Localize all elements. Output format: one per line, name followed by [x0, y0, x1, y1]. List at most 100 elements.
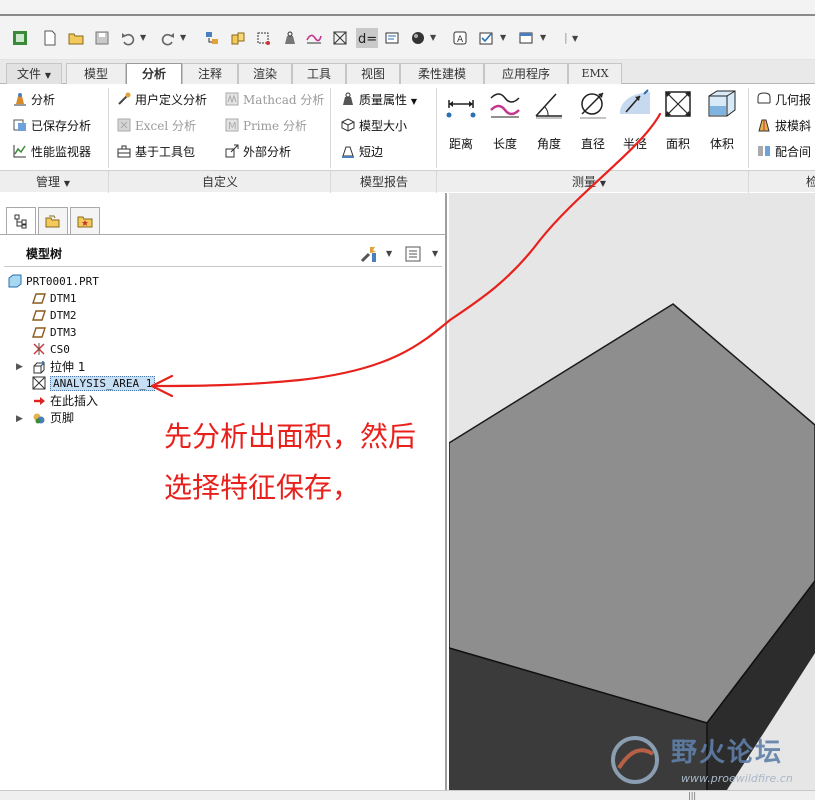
- part-icon: [8, 274, 22, 288]
- measure-length-button[interactable]: 长度: [484, 88, 526, 152]
- tab-annotate[interactable]: 注释: [182, 63, 238, 84]
- footer-expand-icon[interactable]: ▶: [16, 414, 23, 424]
- group-measure[interactable]: 测量 ▼: [572, 173, 606, 190]
- tab-model-tree[interactable]: [6, 207, 36, 235]
- footer-icon: [33, 413, 45, 424]
- tree-settings-dropdown-icon[interactable]: ▼: [386, 249, 392, 258]
- folder-browser-icon: [45, 215, 60, 228]
- datum-plane-icon: [32, 310, 46, 321]
- tree-node-extrude[interactable]: 拉伸 1: [32, 358, 85, 376]
- geometry-report-button[interactable]: 几何报: [756, 90, 811, 110]
- undo-dropdown-icon[interactable]: ▼: [140, 33, 146, 42]
- user-defined-analysis-button[interactable]: 用户定义分析: [116, 90, 207, 110]
- tab-emx[interactable]: EMX: [568, 63, 622, 84]
- tree-show-icon[interactable]: [404, 245, 422, 266]
- relations-icon[interactable]: d=: [356, 28, 378, 48]
- model-size-button[interactable]: 模型大小: [340, 116, 407, 136]
- measure-radius-button[interactable]: 半径: [614, 88, 656, 152]
- curvature-icon[interactable]: [306, 30, 322, 46]
- filter-dropdown-icon[interactable]: ▼: [500, 33, 506, 42]
- mass-icon[interactable]: [282, 30, 298, 46]
- external-analysis-icon: [225, 144, 239, 158]
- open-folder-icon[interactable]: [68, 30, 84, 46]
- select-filter-icon[interactable]: [478, 30, 494, 46]
- customize-toolbar-icon[interactable]: ▼: [572, 34, 578, 43]
- group-manage[interactable]: 管理 ▼: [36, 173, 70, 190]
- analysis-button[interactable]: 分析: [12, 90, 55, 110]
- measure-angle-button[interactable]: 角度: [528, 88, 570, 152]
- tree-node-root[interactable]: PRT0001.PRT: [8, 273, 99, 291]
- extrude-expand-icon[interactable]: ▶: [16, 362, 23, 372]
- tree-node-csys[interactable]: CS0: [32, 341, 70, 359]
- tree-node-dtm3[interactable]: DTM3: [32, 324, 77, 342]
- tab-file[interactable]: 文件 ▼: [6, 63, 62, 84]
- mating-clearance-label: 配合间: [775, 145, 812, 159]
- save-icon[interactable]: [94, 30, 110, 46]
- appearance-icon[interactable]: [410, 30, 426, 46]
- watermark-url: www.proewildfire.cn: [681, 772, 793, 785]
- tab-applications[interactable]: 应用程序: [484, 63, 568, 84]
- parameters-icon[interactable]: [384, 30, 400, 46]
- short-edge-button[interactable]: 短边: [340, 142, 383, 162]
- mathcad-analysis-label: Mathcad 分析: [243, 93, 325, 107]
- short-edge-icon: [342, 146, 354, 158]
- appearance-dropdown-icon[interactable]: ▼: [430, 33, 436, 42]
- external-analysis-button[interactable]: 外部分析: [224, 142, 291, 162]
- window-top-border: [0, 14, 815, 16]
- toolkit-analysis-button[interactable]: 基于工具包: [116, 142, 195, 162]
- tab-render[interactable]: 渲染: [238, 63, 292, 84]
- tab-folder-browser[interactable]: [38, 207, 68, 235]
- mass-properties-button[interactable]: 质量属性 ▼: [340, 90, 417, 110]
- tab-annotate-label: 注释: [197, 67, 222, 81]
- prime-analysis-button[interactable]: M Prime 分析: [224, 116, 307, 136]
- datum-display-icon[interactable]: [256, 30, 272, 46]
- tab-analysis[interactable]: 分析: [126, 63, 182, 85]
- undo-icon[interactable]: [120, 30, 136, 46]
- tab-flexible-modeling[interactable]: 柔性建模: [400, 63, 484, 84]
- saved-analysis-button[interactable]: 已保存分析: [12, 116, 91, 136]
- prime-analysis-label: Prime 分析: [243, 119, 307, 133]
- measure-volume-button[interactable]: 体积: [701, 88, 743, 152]
- mathcad-analysis-button[interactable]: Mathcad 分析: [224, 90, 324, 110]
- draft-icon: [758, 119, 770, 132]
- mass-properties-icon: [343, 92, 353, 105]
- group-custom-label: 自定义: [202, 175, 239, 189]
- tree-node-footer[interactable]: 页脚: [32, 409, 74, 427]
- tree-settings-icon[interactable]: [360, 245, 378, 266]
- tab-view[interactable]: 视图: [346, 63, 400, 84]
- tree-node-dtm1[interactable]: DTM1: [32, 290, 77, 308]
- tab-model[interactable]: 模型: [66, 63, 126, 84]
- tab-favorites[interactable]: [70, 207, 100, 235]
- tree-show-dropdown-icon[interactable]: ▼: [432, 249, 438, 258]
- tree-node-analysis-area[interactable]: ANALYSIS_AREA_1: [32, 375, 156, 393]
- mass-properties-label: 质量属性: [359, 93, 408, 107]
- area-quick-icon[interactable]: [332, 30, 348, 46]
- window-dropdown-icon[interactable]: ▼: [540, 33, 546, 42]
- new-file-icon[interactable]: [42, 30, 58, 46]
- scroll-grip-icon[interactable]: |||: [688, 791, 696, 800]
- excel-analysis-button[interactable]: Excel 分析: [116, 116, 196, 136]
- tab-underline: [0, 234, 445, 235]
- measure-area-button[interactable]: 面积: [657, 88, 699, 152]
- draft-check-button[interactable]: 拔模斜: [756, 116, 811, 136]
- tree-node-csys-label: CS0: [50, 343, 70, 356]
- graphics-window[interactable]: [449, 193, 815, 793]
- measure-distance-button[interactable]: 距离: [440, 88, 482, 152]
- redo-icon[interactable]: [160, 30, 176, 46]
- tree-node-dtm2[interactable]: DTM2: [32, 307, 77, 325]
- window-layout-icon[interactable]: [518, 30, 534, 46]
- regenerate-icon[interactable]: [204, 30, 220, 46]
- windows-icon[interactable]: [230, 30, 246, 46]
- performance-monitor-button[interactable]: 性能监视器: [12, 142, 91, 162]
- annotation-icon[interactable]: A: [452, 30, 468, 46]
- horizontal-scrollbar[interactable]: |||: [0, 790, 815, 800]
- app-icon[interactable]: [12, 30, 28, 46]
- tab-tools[interactable]: 工具: [292, 63, 346, 84]
- tree-node-insert-here[interactable]: 在此插入: [32, 392, 98, 410]
- tab-flexible-label: 柔性建模: [417, 67, 466, 81]
- group-manage-label: 管理: [36, 175, 61, 189]
- measure-diameter-button[interactable]: 直径: [572, 88, 614, 152]
- area-label: 面积: [665, 137, 690, 151]
- redo-dropdown-icon[interactable]: ▼: [180, 33, 186, 42]
- mating-clearance-button[interactable]: 配合间: [756, 142, 811, 162]
